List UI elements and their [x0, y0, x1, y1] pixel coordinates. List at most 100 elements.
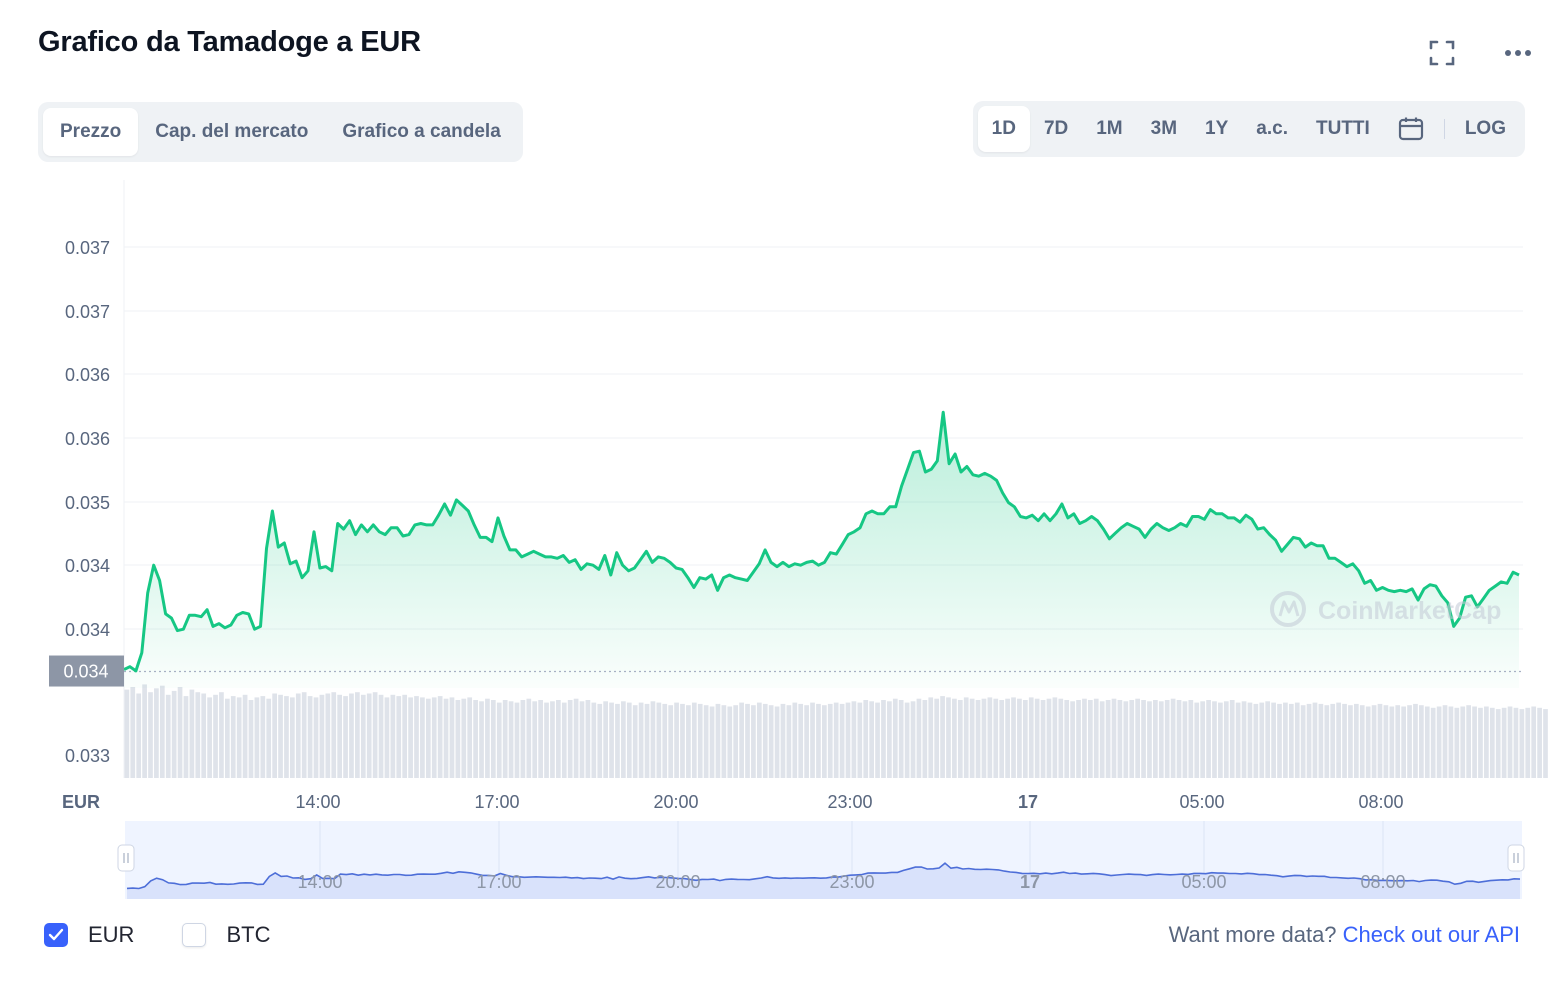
volume-bar	[1442, 705, 1448, 778]
volume-bar	[473, 700, 478, 778]
volume-bar	[544, 702, 549, 778]
volume-bar	[863, 700, 869, 778]
volume-bar	[715, 703, 721, 778]
navigator-handle-left[interactable]	[117, 844, 135, 872]
volume-bar	[1330, 703, 1336, 778]
volume-bar	[579, 701, 585, 778]
volume-bar	[461, 698, 467, 778]
volume-bar	[508, 701, 514, 778]
volume-bar	[739, 702, 744, 778]
y-tick-label: 0.037	[65, 238, 110, 258]
volume-bar	[402, 694, 408, 778]
volume-bar	[1430, 707, 1436, 778]
current-price-label: 0.034	[63, 662, 108, 682]
volume-bar	[999, 700, 1005, 778]
volume-bar	[455, 700, 461, 778]
volume-bar	[1170, 698, 1176, 778]
api-link[interactable]: Check out our API	[1343, 922, 1520, 947]
volume-bar	[697, 703, 703, 778]
volume-bar	[1525, 707, 1531, 778]
volume-bar	[1365, 706, 1371, 778]
x-tick-label: 17	[1018, 792, 1038, 812]
volume-bar	[1419, 705, 1424, 778]
volume-bar	[254, 697, 260, 778]
volume-bar	[615, 703, 620, 778]
volume-bar	[1040, 700, 1046, 778]
navigator-tick-label: 05:00	[1181, 872, 1226, 892]
volume-bar	[1288, 703, 1294, 778]
volume-bar	[307, 696, 313, 778]
volume-bar	[626, 702, 632, 778]
volume-bar	[278, 694, 283, 778]
y-axis-labels: 0.037 0.037 0.036 0.036 0.035 0.034 0.034 0.033	[65, 238, 110, 766]
volume-bar	[632, 705, 638, 778]
volume-bar	[1028, 697, 1034, 778]
volume-bar	[1005, 698, 1010, 778]
volume-bar	[496, 702, 502, 778]
volume-bar	[295, 693, 301, 778]
volume-bar	[887, 701, 892, 778]
volume-bar	[1537, 707, 1542, 778]
volume-bar	[1454, 707, 1460, 778]
volume-bar	[142, 684, 147, 778]
volume-bar	[928, 697, 934, 778]
volume-bar	[1300, 705, 1306, 778]
volume-bar	[1283, 702, 1288, 778]
volume-bar	[420, 697, 425, 778]
currency-axis-label: EUR	[62, 792, 100, 812]
range-navigator[interactable]: 14:00 17:00 20:00 23:00 17 05:00 08:00	[117, 821, 1525, 899]
volume-bar	[437, 696, 443, 778]
volume-bar	[431, 697, 437, 778]
navigator-handle-right[interactable]	[1507, 844, 1525, 872]
volume-bar	[1501, 707, 1507, 778]
volume-bar	[668, 705, 674, 778]
volume-bar	[248, 700, 254, 778]
volume-bar	[1377, 703, 1383, 778]
volume-bar	[449, 697, 455, 778]
volume-bar	[1188, 700, 1194, 778]
navigator-tick-label: 17	[1020, 872, 1040, 892]
volume-bar	[337, 694, 343, 778]
volume-bar	[301, 692, 307, 778]
watermark-text: CoinMarketCap	[1318, 597, 1501, 625]
volume-bar	[390, 694, 396, 778]
volume-bar	[378, 694, 384, 778]
volume-bar	[490, 700, 496, 778]
y-tick-label: 0.033	[65, 746, 110, 766]
volume-bar	[1164, 700, 1170, 778]
volume-bar	[638, 702, 644, 778]
volume-bar	[810, 702, 815, 778]
volume-bar	[479, 701, 484, 778]
volume-bar	[1259, 702, 1265, 778]
volume-bar	[195, 692, 201, 778]
volume-bar	[857, 702, 863, 778]
btc-checkbox[interactable]	[182, 923, 207, 947]
volume-bar	[1265, 701, 1271, 778]
volume-bar	[1087, 700, 1093, 778]
volume-bar	[550, 701, 555, 778]
volume-bar	[1123, 701, 1129, 778]
volume-bars	[124, 684, 1548, 778]
eur-checkbox[interactable]	[44, 923, 68, 947]
volume-bar	[1153, 700, 1158, 778]
volume-bar	[1353, 703, 1359, 778]
volume-bar	[443, 698, 449, 778]
volume-bar	[1034, 698, 1040, 778]
volume-bar	[159, 685, 165, 778]
volume-bar	[691, 702, 697, 778]
volume-bar	[981, 698, 987, 778]
volume-bar	[621, 701, 626, 778]
volume-bar	[603, 701, 609, 778]
volume-bar	[1359, 705, 1365, 778]
volume-bar	[1076, 700, 1081, 778]
volume-bar	[1223, 701, 1229, 778]
volume-bar	[408, 697, 413, 778]
volume-bar	[224, 698, 230, 778]
volume-bar	[154, 688, 159, 778]
volume-bar	[1318, 703, 1324, 778]
volume-bar	[591, 702, 597, 778]
volume-bar	[881, 700, 886, 778]
volume-bar	[910, 701, 916, 778]
volume-bar	[414, 696, 419, 778]
volume-bar	[343, 696, 348, 778]
